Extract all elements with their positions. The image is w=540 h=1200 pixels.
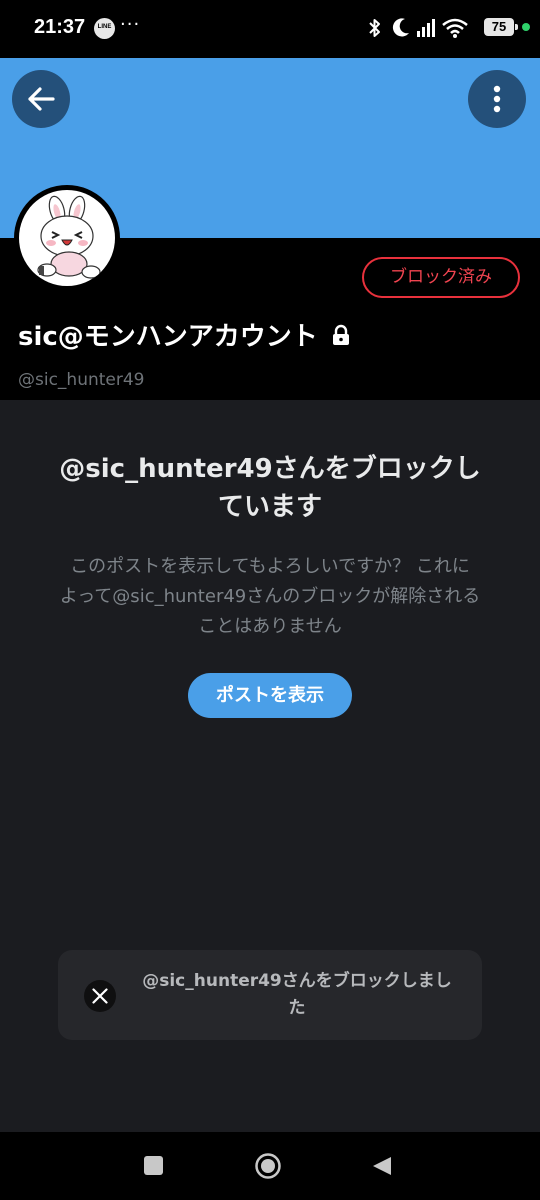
home-icon[interactable] [254,1152,282,1180]
wifi-icon [442,18,468,38]
status-bar: 21:37 ··· 75 [0,0,540,58]
bluetooth-icon [369,19,380,37]
arrow-left-icon [28,87,55,111]
blocked-notice-desc-line2: よって@sic_hunter49さんのブロックが解除される [59,586,481,607]
x-logo-icon [84,980,116,1012]
blocked-notice-description: このポストを表示してもよろしいですか？ これに よって@sic_hunter49… [40,552,500,642]
profile-handle: @sic_hunter49 [18,370,145,390]
blocked-notice-title-line1: @sic_hunter49さんをブロックし [59,454,481,484]
blocked-notice-title: @sic_hunter49さんをブロックし ています [40,450,500,526]
toast-message-line1: @sic_hunter49さんをブロックしまし [142,971,452,991]
more-notifications-icon: ··· [120,14,141,35]
status-icons: 75 [350,16,530,40]
recents-icon[interactable] [144,1156,163,1175]
toast-notification: @sic_hunter49さんをブロックしまし た [58,950,482,1040]
avatar[interactable] [14,185,120,291]
display-name-row: sic@モンハンアカウント [18,316,351,352]
toast-message-line2: た [288,998,306,1018]
status-time: 21:37 [34,16,86,38]
rabbit-illustration [37,195,101,279]
privacy-dot-icon [522,23,530,31]
vertical-dots-icon [493,85,501,113]
back-button[interactable] [12,70,70,128]
battery-icon: 75 [484,18,518,36]
line-icon [94,18,115,39]
back-icon[interactable] [371,1155,393,1177]
system-nav-bar [0,1132,540,1200]
cony-rabbit-avatar [19,190,115,286]
blocked-notice-desc-line3: ことはありません [198,616,342,637]
display-name: sic@モンハンアカウント [18,322,318,352]
signal-icon [417,19,435,37]
blocked-button[interactable]: ブロック済み [362,257,520,298]
more-options-button[interactable] [468,70,526,128]
blocked-notice-title-line2: ています [217,492,322,522]
blocked-notice-desc-line1: このポストを表示してもよろしいですか？ これに [70,556,470,577]
show-post-button[interactable]: ポストを表示 [188,673,352,718]
lock-icon [332,324,349,345]
toast-message: @sic_hunter49さんをブロックしまし た [132,968,462,1022]
moon-icon [392,18,409,37]
